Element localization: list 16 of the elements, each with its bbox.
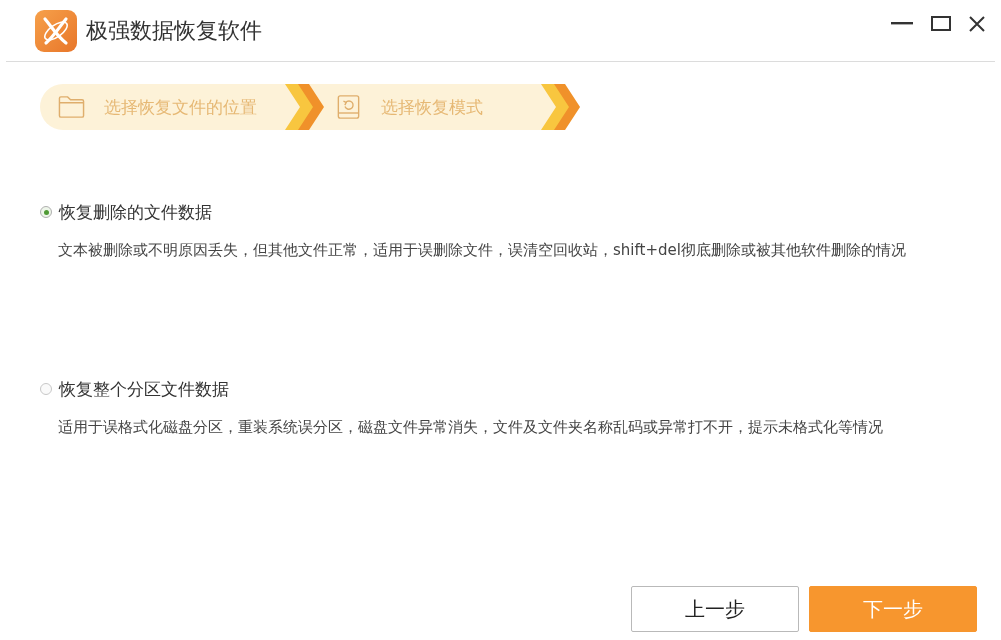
- step-label: 选择恢复文件的位置: [104, 95, 257, 119]
- back-button[interactable]: 上一步: [631, 586, 799, 632]
- option-description: 文本被删除或不明原因丢失，但其他文件正常，适用于误删除文件，误清空回收站，shift+del彻底删除或被其他软件删除的情况: [58, 241, 907, 260]
- radio-button[interactable]: [40, 206, 52, 218]
- logo-icon: [35, 9, 77, 52]
- option-label[interactable]: 恢复删除的文件数据: [59, 200, 212, 224]
- option-label[interactable]: 恢复整个分区文件数据: [59, 377, 229, 401]
- restore-icon: [335, 95, 362, 119]
- window-title: 极强数据恢复软件: [86, 16, 262, 45]
- folder-icon: [58, 95, 85, 119]
- minimize-icon: [891, 22, 913, 25]
- step-label: 选择恢复模式: [381, 95, 483, 119]
- maximize-icon: [931, 16, 951, 31]
- radio-button[interactable]: [40, 383, 52, 395]
- option-description: 适用于误格式化磁盘分区，重装系统误分区，磁盘文件异常消失，文件及文件夹名称乱码或异常打不开，提示未格式化等情况: [58, 418, 884, 437]
- close-icon: [969, 15, 985, 32]
